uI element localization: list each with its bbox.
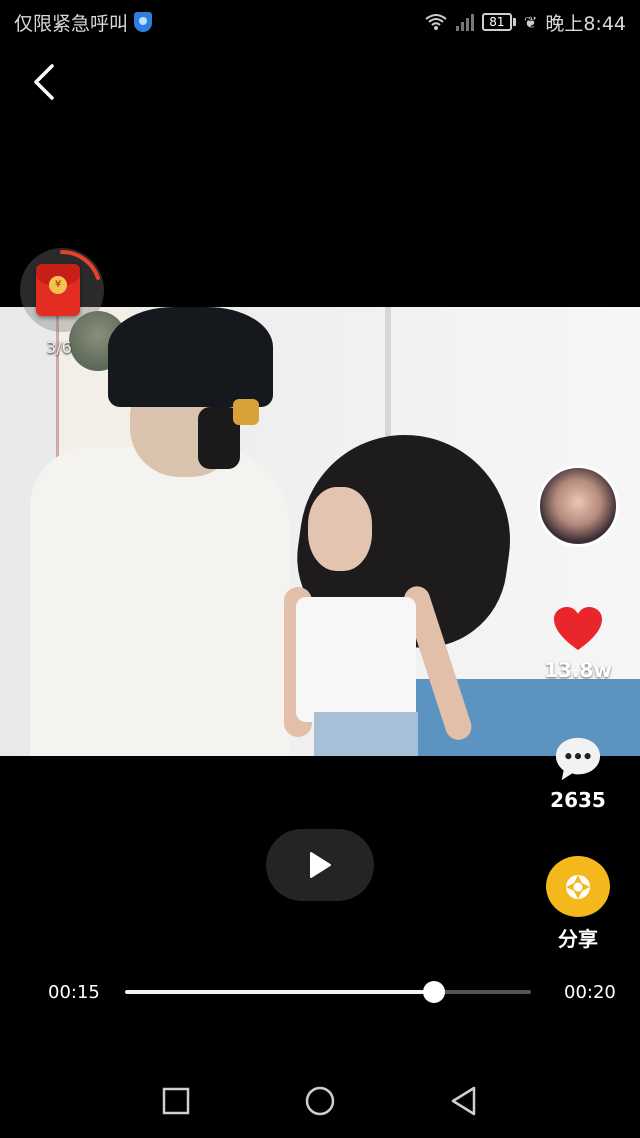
play-button[interactable] bbox=[266, 829, 374, 901]
carrier-text: 仅限紧急呼叫 bbox=[14, 12, 129, 35]
nav-home-button[interactable] bbox=[300, 1081, 340, 1121]
man-figure bbox=[30, 447, 290, 756]
nav-recents-button[interactable] bbox=[156, 1081, 196, 1121]
status-bar: 仅限紧急呼叫 81 ❦ 晚上8:44 bbox=[0, 0, 640, 44]
sunglasses bbox=[233, 399, 259, 425]
share-icon bbox=[546, 856, 610, 917]
wifi-icon bbox=[424, 13, 448, 31]
battery-level: 81 bbox=[481, 13, 512, 31]
play-icon bbox=[310, 852, 331, 878]
progress-thumb[interactable] bbox=[422, 981, 445, 1003]
share-label: 分享 bbox=[558, 927, 598, 951]
status-right: 81 ❦ 晚上8:44 bbox=[424, 9, 626, 36]
red-envelope-button[interactable]: ¥ bbox=[20, 248, 104, 332]
total-time: 00:20 bbox=[564, 982, 616, 1003]
progress-fill bbox=[125, 990, 434, 994]
back-icon bbox=[34, 64, 54, 100]
system-nav-bar bbox=[0, 1064, 640, 1138]
nav-home-icon bbox=[305, 1086, 335, 1116]
progress-slider[interactable] bbox=[125, 981, 531, 1003]
signal-icon bbox=[455, 13, 474, 31]
envelope-count: 3/6 bbox=[46, 338, 72, 357]
shield-icon bbox=[134, 12, 153, 32]
status-left: 仅限紧急呼叫 bbox=[14, 9, 153, 36]
comment-icon bbox=[555, 737, 601, 781]
back-button[interactable] bbox=[24, 60, 64, 104]
like-button[interactable]: 13.8w bbox=[540, 606, 616, 698]
woman-face bbox=[308, 487, 372, 571]
nav-back-icon bbox=[451, 1086, 476, 1116]
nav-back-button[interactable] bbox=[444, 1081, 484, 1121]
current-time: 00:15 bbox=[48, 982, 100, 1003]
clock: 晚上8:44 bbox=[545, 12, 626, 35]
leaf-icon: ❦ bbox=[523, 12, 538, 32]
battery-icon: 81 bbox=[481, 13, 516, 31]
woman-top bbox=[296, 597, 416, 722]
like-count: 13.8w bbox=[544, 658, 612, 682]
creator-avatar[interactable] bbox=[537, 465, 619, 547]
share-button[interactable]: 分享 bbox=[540, 856, 616, 952]
woman-jeans bbox=[314, 712, 418, 756]
nav-recents-icon bbox=[162, 1087, 190, 1115]
comment-button[interactable]: 2635 bbox=[540, 736, 616, 828]
heart-icon bbox=[554, 607, 602, 650]
bucket-hat bbox=[108, 307, 273, 407]
comment-count: 2635 bbox=[550, 788, 606, 812]
red-envelope-icon: ¥ bbox=[36, 264, 80, 316]
